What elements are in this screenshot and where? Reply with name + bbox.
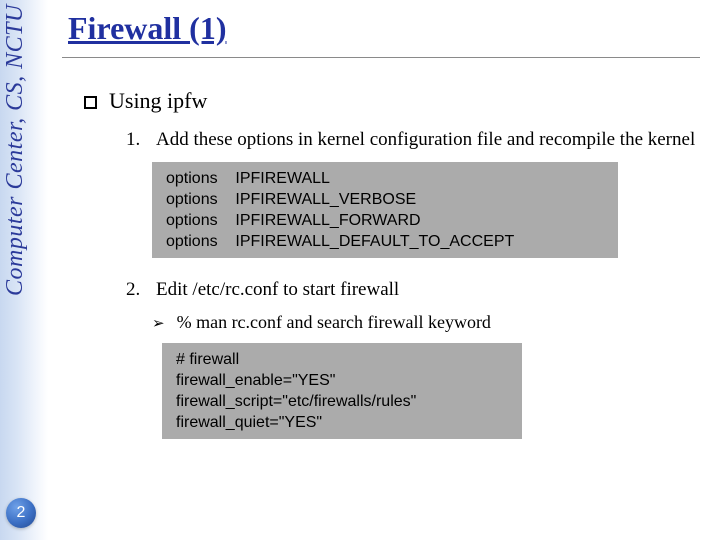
list-text: Edit /etc/rc.conf to start firewall — [156, 278, 399, 302]
list-text: Add these options in kernel configuratio… — [156, 128, 695, 152]
ordered-list: 1. Add these options in kernel configura… — [62, 128, 700, 152]
slide-content: Firewall (1) Using ipfw 1. Add these opt… — [62, 10, 700, 449]
square-bullet-icon — [84, 96, 97, 109]
sub-bullet-row: ➢ % man rc.conf and search firewall keyw… — [62, 312, 700, 333]
sidebar-institution-label: Computer Center, CS, NCTU — [2, 4, 29, 384]
triangle-bullet-icon: ➢ — [152, 314, 165, 333]
ordered-list: 2. Edit /etc/rc.conf to start firewall — [62, 278, 700, 302]
main-bullet-row: Using ipfw — [62, 88, 700, 114]
code-block-rc-conf: # firewall firewall_enable="YES" firewal… — [162, 343, 522, 439]
list-item: 2. Edit /etc/rc.conf to start firewall — [126, 278, 700, 302]
slide-title: Firewall (1) — [62, 10, 700, 47]
sidebar-label-text: Computer Center, CS, NCTU — [2, 4, 28, 296]
list-number: 2. — [126, 278, 144, 302]
sub-bullet-text: % man rc.conf and search firewall keywor… — [177, 312, 491, 333]
main-bullet-text: Using ipfw — [109, 88, 207, 114]
title-divider — [62, 57, 700, 58]
page-number-badge: 2 — [6, 498, 36, 528]
sidebar-gradient: Computer Center, CS, NCTU 2 — [0, 0, 48, 540]
code-block-kernel-options: options IPFIREWALL options IPFIREWALL_VE… — [152, 162, 618, 258]
page-number-value: 2 — [17, 504, 26, 522]
list-number: 1. — [126, 128, 144, 152]
list-item: 1. Add these options in kernel configura… — [126, 128, 700, 152]
